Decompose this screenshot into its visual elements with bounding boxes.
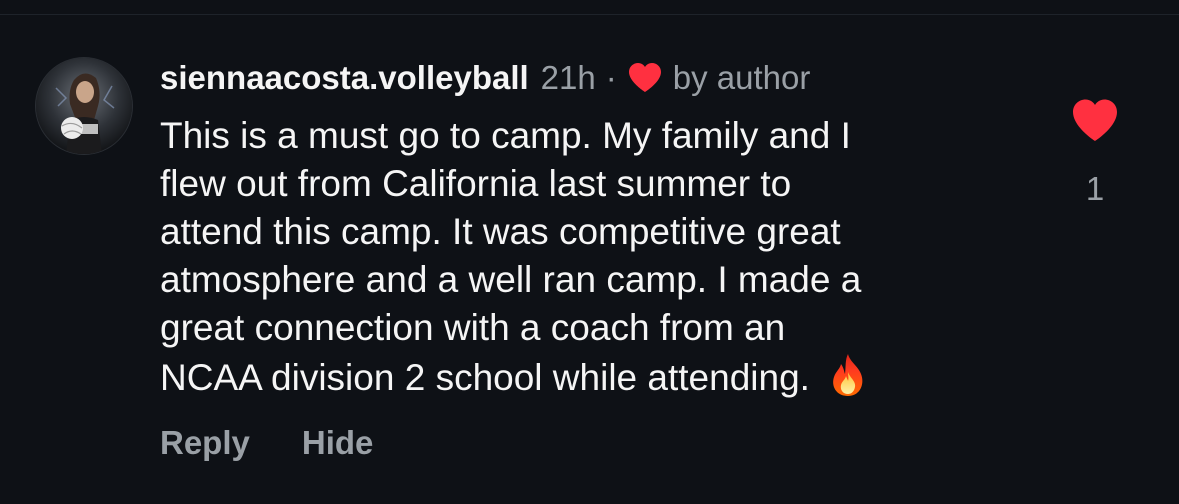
comment-line: atmosphere and a well ran camp. I made a: [160, 259, 862, 300]
timestamp: 21h: [540, 59, 596, 96]
like-button[interactable]: [1070, 98, 1120, 144]
comment-last-line: NCAA division 2 school while attending.: [160, 352, 1020, 402]
fire-icon: [828, 352, 868, 398]
comment-line: great connection with a coach from an: [160, 307, 786, 348]
separator-dot: ·: [605, 59, 617, 96]
by-author-label: by author: [672, 59, 811, 96]
comment-line: attend this camp. It was competitive gre…: [160, 211, 841, 252]
comment: siennaacosta.volleyball 21h · by author …: [0, 0, 1179, 504]
username[interactable]: siennaacosta.volleyball: [160, 59, 529, 97]
comment-line: flew out from California last summer to: [160, 163, 792, 204]
heart-icon: [627, 62, 663, 94]
comment-header: siennaacosta.volleyball 21h · by author: [160, 56, 810, 100]
like-count[interactable]: 1: [1060, 170, 1130, 208]
comment-actions: Reply Hide: [160, 424, 373, 462]
comment-line: NCAA division 2 school while attending.: [160, 357, 810, 398]
heart-icon: [1073, 99, 1117, 141]
comment-text: This is a must go to camp. My family and…: [160, 112, 1020, 402]
hide-button[interactable]: Hide: [302, 424, 374, 462]
comment-line: This is a must go to camp. My family and…: [160, 115, 851, 156]
avatar-image: [36, 58, 132, 154]
avatar[interactable]: [36, 58, 132, 154]
reply-button[interactable]: Reply: [160, 424, 250, 462]
